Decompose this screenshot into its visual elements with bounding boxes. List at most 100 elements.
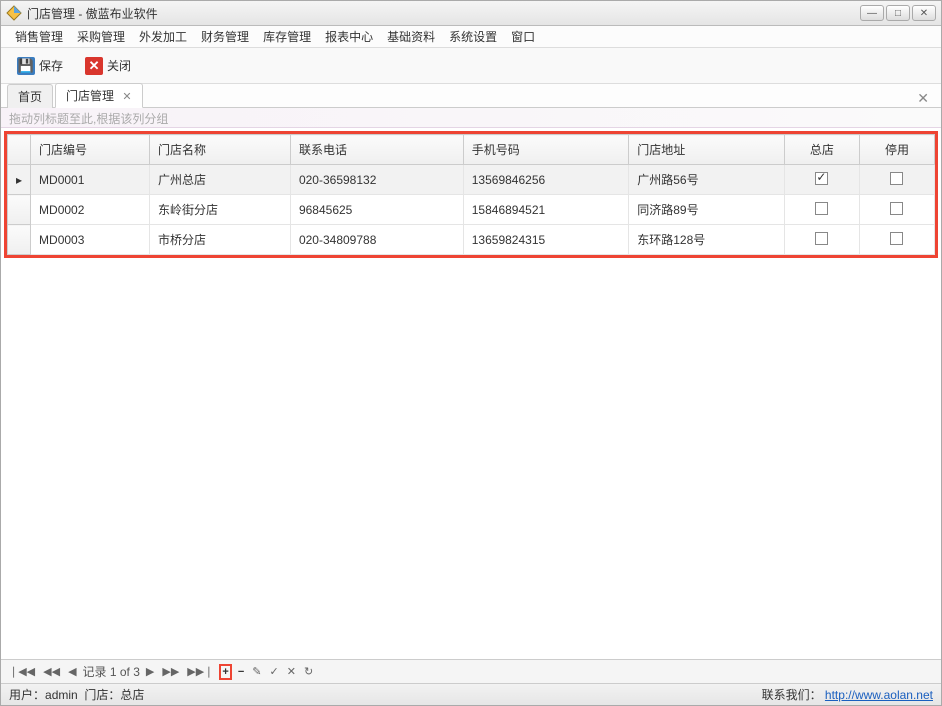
menu-inventory[interactable]: 库存管理 xyxy=(257,26,317,47)
nav-nextpage-icon[interactable]: ▶▶ xyxy=(160,665,181,678)
close-button[interactable]: ✕ 关闭 xyxy=(79,54,137,78)
close-label: 关闭 xyxy=(107,57,131,74)
cell-disabled[interactable] xyxy=(859,225,934,255)
row-marker xyxy=(8,225,31,255)
titlebar: 门店管理 - 傲蓝布业软件 — □ ✕ xyxy=(1,1,941,26)
tab-home-label: 首页 xyxy=(18,90,42,104)
cell-disabled[interactable] xyxy=(859,195,934,225)
grid-highlight: 门店编号 门店名称 联系电话 手机号码 门店地址 总店 停用 ▸ MD0001 … xyxy=(4,131,938,258)
nav-first-icon[interactable]: ❘◀◀ xyxy=(7,665,37,678)
close-icon: ✕ xyxy=(85,57,103,75)
tab-active-label: 门店管理 xyxy=(66,89,114,103)
save-icon: 💾 xyxy=(17,57,35,75)
nav-prevpage-icon[interactable]: ◀◀ xyxy=(41,665,62,678)
checkbox-checked-icon xyxy=(815,172,828,185)
cell-mobile[interactable]: 13659824315 xyxy=(463,225,628,255)
cell-name[interactable]: 市桥分店 xyxy=(150,225,291,255)
cell-mobile[interactable]: 15846894521 xyxy=(463,195,628,225)
menu-finance[interactable]: 财务管理 xyxy=(195,26,255,47)
nav-record-label: 记录 1 of 3 xyxy=(83,663,140,680)
table-row[interactable]: ▸ MD0001 广州总店 020-36598132 13569846256 广… xyxy=(8,165,935,195)
tab-home[interactable]: 首页 xyxy=(7,84,53,108)
row-marker-header xyxy=(8,135,31,165)
cell-tel[interactable]: 020-34809788 xyxy=(290,225,463,255)
nav-accept-icon[interactable]: ✓ xyxy=(268,665,281,678)
menu-sales[interactable]: 销售管理 xyxy=(9,26,69,47)
nav-refresh-icon[interactable]: ↻ xyxy=(302,665,315,678)
menu-settings[interactable]: 系统设置 xyxy=(443,26,503,47)
cell-addr[interactable]: 东环路128号 xyxy=(629,225,785,255)
checkbox-icon xyxy=(815,202,828,215)
window-controls: — □ ✕ xyxy=(860,5,936,21)
status-store-label: 门店： xyxy=(84,686,120,703)
menu-purchase[interactable]: 采购管理 xyxy=(71,26,131,47)
col-name[interactable]: 门店名称 xyxy=(150,135,291,165)
record-navigator: ❘◀◀ ◀◀ ◀ 记录 1 of 3 ▶ ▶▶ ▶▶❘ + − ✎ ✓ ✕ ↻ xyxy=(1,659,941,683)
status-link[interactable]: http://www.aolan.net xyxy=(825,688,933,702)
menu-window[interactable]: 窗口 xyxy=(505,26,541,47)
store-table: 门店编号 门店名称 联系电话 手机号码 门店地址 总店 停用 ▸ MD0001 … xyxy=(7,134,935,255)
cell-tel[interactable]: 020-36598132 xyxy=(290,165,463,195)
minimize-button[interactable]: — xyxy=(860,5,884,21)
tabbar: 首页 门店管理 ✕ ✕ xyxy=(1,84,941,108)
header-row: 门店编号 门店名称 联系电话 手机号码 门店地址 总店 停用 xyxy=(8,135,935,165)
cell-name[interactable]: 广州总店 xyxy=(150,165,291,195)
toolbar: 💾 保存 ✕ 关闭 xyxy=(1,48,941,84)
save-button[interactable]: 💾 保存 xyxy=(11,54,69,78)
cell-id[interactable]: MD0003 xyxy=(31,225,150,255)
menu-report[interactable]: 报表中心 xyxy=(319,26,379,47)
col-mobile[interactable]: 手机号码 xyxy=(463,135,628,165)
menubar: 销售管理 采购管理 外发加工 财务管理 库存管理 报表中心 基础资料 系统设置 … xyxy=(1,26,941,48)
col-id[interactable]: 门店编号 xyxy=(31,135,150,165)
group-hint: 拖动列标题至此,根据该列分组 xyxy=(1,108,941,128)
table-row[interactable]: MD0002 东岭街分店 96845625 15846894521 同济路89号 xyxy=(8,195,935,225)
nav-cancel-icon[interactable]: ✕ xyxy=(285,665,298,678)
col-hq[interactable]: 总店 xyxy=(784,135,859,165)
checkbox-icon xyxy=(815,232,828,245)
cell-hq[interactable] xyxy=(784,225,859,255)
status-user-label: 用户： xyxy=(9,686,45,703)
row-marker: ▸ xyxy=(8,165,31,195)
checkbox-icon xyxy=(890,202,903,215)
menu-basedata[interactable]: 基础资料 xyxy=(381,26,441,47)
status-user: admin xyxy=(45,688,78,702)
tab-close-icon[interactable]: ✕ xyxy=(122,91,131,103)
checkbox-icon xyxy=(890,232,903,245)
cell-hq[interactable] xyxy=(784,165,859,195)
tab-store-manage[interactable]: 门店管理 ✕ xyxy=(55,83,143,108)
menu-outsource[interactable]: 外发加工 xyxy=(133,26,193,47)
cell-hq[interactable] xyxy=(784,195,859,225)
save-label: 保存 xyxy=(39,57,63,74)
statusbar: 用户： admin 门店： 总店 联系我们： http://www.aolan.… xyxy=(1,683,941,705)
tabs-close-all-icon[interactable]: ✕ xyxy=(911,90,935,107)
grid-area: 门店编号 门店名称 联系电话 手机号码 门店地址 总店 停用 ▸ MD0001 … xyxy=(1,128,941,659)
maximize-button[interactable]: □ xyxy=(886,5,910,21)
cell-name[interactable]: 东岭街分店 xyxy=(150,195,291,225)
cell-id[interactable]: MD0002 xyxy=(31,195,150,225)
col-tel[interactable]: 联系电话 xyxy=(290,135,463,165)
cell-disabled[interactable] xyxy=(859,165,934,195)
col-disabled[interactable]: 停用 xyxy=(859,135,934,165)
cell-id[interactable]: MD0001 xyxy=(31,165,150,195)
nav-add-icon[interactable]: + xyxy=(219,664,231,680)
col-addr[interactable]: 门店地址 xyxy=(629,135,785,165)
app-icon xyxy=(6,5,22,21)
nav-prev-icon[interactable]: ◀ xyxy=(66,665,78,678)
empty-area xyxy=(4,258,938,656)
status-store: 总店 xyxy=(120,686,144,703)
cell-mobile[interactable]: 13569846256 xyxy=(463,165,628,195)
status-contact-label: 联系我们： xyxy=(762,686,822,703)
checkbox-icon xyxy=(890,172,903,185)
nav-remove-icon[interactable]: − xyxy=(236,666,246,678)
nav-edit-icon[interactable]: ✎ xyxy=(250,665,263,678)
nav-last-icon[interactable]: ▶▶❘ xyxy=(185,665,215,678)
nav-next-icon[interactable]: ▶ xyxy=(144,665,156,678)
app-window: 门店管理 - 傲蓝布业软件 — □ ✕ 销售管理 采购管理 外发加工 财务管理 … xyxy=(0,0,942,706)
table-row[interactable]: MD0003 市桥分店 020-34809788 13659824315 东环路… xyxy=(8,225,935,255)
close-window-button[interactable]: ✕ xyxy=(912,5,936,21)
cell-tel[interactable]: 96845625 xyxy=(290,195,463,225)
cell-addr[interactable]: 广州路56号 xyxy=(629,165,785,195)
window-title: 门店管理 - 傲蓝布业软件 xyxy=(27,5,860,22)
cell-addr[interactable]: 同济路89号 xyxy=(629,195,785,225)
row-marker xyxy=(8,195,31,225)
